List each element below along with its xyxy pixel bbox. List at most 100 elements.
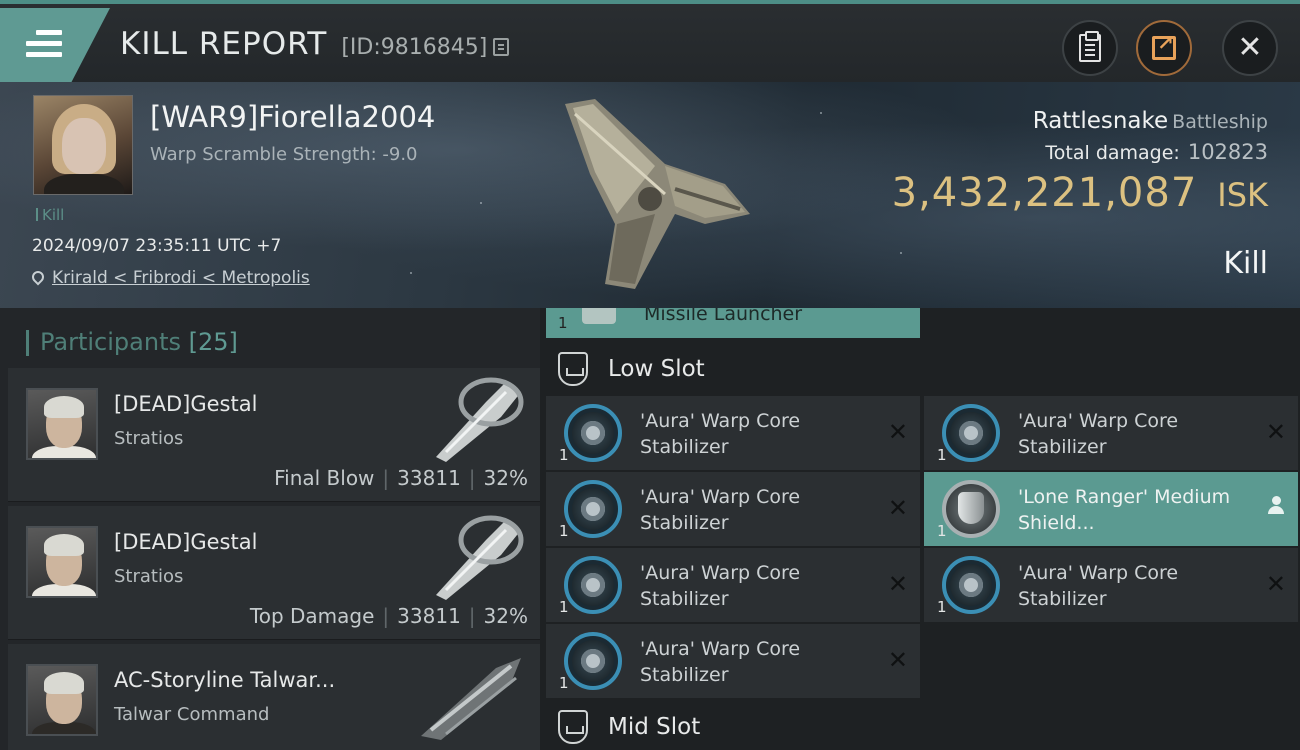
fitting-panel: 1 Missile Launcher Low Slot 1 'Aura' War… <box>540 308 1300 750</box>
total-damage-label: Total damage: <box>1045 142 1180 164</box>
module-quantity: 1 <box>937 522 947 540</box>
participant-ship-image <box>421 658 521 740</box>
star <box>900 252 902 254</box>
module-name: 'Aura' Warp Core Stabilizer <box>640 638 801 686</box>
location-text: Krirald < Fribrodi < Metropolis <box>52 268 310 288</box>
ship-name-text: Rattlesnake <box>1032 108 1169 134</box>
victim-avatar[interactable] <box>33 95 133 195</box>
isk-unit: ISK <box>1217 176 1268 214</box>
x-icon: ✕ <box>887 646 908 674</box>
x-icon: ✕ <box>1265 418 1286 446</box>
mid-slot-icon <box>558 710 588 744</box>
module-item-highlighted[interactable]: 1 'Lone Ranger' Medium Shield... <box>924 472 1298 546</box>
top-bar: KILL REPORT [ID:9816845] ✕ <box>0 0 1300 82</box>
module-quantity: 1 <box>937 598 947 616</box>
title-group: KILL REPORT [ID:9816845] <box>120 26 510 62</box>
participant-role: Final Blow <box>274 466 375 490</box>
participant-stats: Final Blow | 33811 | 32% <box>274 466 528 490</box>
module-name: 'Aura' Warp Core Stabilizer <box>1018 410 1179 458</box>
participants-panel: Participants [25] [DEAD]Gestal Stratios … <box>0 308 540 750</box>
module-item[interactable]: 1 'Aura' Warp Core Stabilizer ✕ <box>546 472 920 546</box>
close-icon: ✕ <box>1237 30 1263 65</box>
x-icon: ✕ <box>887 418 908 446</box>
module-quantity: 1 <box>558 314 568 332</box>
participant-damage: 33811 <box>397 466 461 490</box>
module-name: 'Aura' Warp Core Stabilizer <box>640 410 801 458</box>
victim-stat: Warp Scramble Strength: -9.0 <box>150 144 418 165</box>
warp-core-stabilizer-icon <box>942 556 1000 614</box>
person-icon <box>1266 496 1286 518</box>
module-name: 'Aura' Warp Core Stabilizer <box>640 486 801 534</box>
participant-ship: Stratios <box>114 566 184 587</box>
share-button[interactable] <box>1136 20 1192 76</box>
star <box>820 112 822 114</box>
total-damage-value: 102823 <box>1187 140 1268 164</box>
ship-class: Battleship <box>1172 111 1268 133</box>
warp-core-stabilizer-icon <box>564 480 622 538</box>
participant-card[interactable]: AC-Storyline Talwar... Talwar Command <box>8 644 540 750</box>
x-icon: ✕ <box>1265 570 1286 598</box>
result-label: Kill <box>1223 246 1268 281</box>
total-damage: Total damage: 102823 <box>1045 140 1268 164</box>
mid-slot-header: Mid Slot <box>558 710 700 744</box>
participant-avatar <box>26 388 98 460</box>
participant-ship-image <box>436 377 524 462</box>
location-link[interactable]: Krirald < Fribrodi < Metropolis <box>29 268 310 288</box>
participant-ship: Stratios <box>114 428 184 449</box>
participants-count: [25] <box>188 328 238 356</box>
victim-name[interactable]: [WAR9]Fiorella2004 <box>150 100 435 134</box>
module-item[interactable]: 1 'Aura' Warp Core Stabilizer ✕ <box>924 548 1298 622</box>
share-icon <box>1152 31 1176 60</box>
warp-core-stabilizer-icon <box>564 404 622 462</box>
clipboard-icon <box>1079 31 1101 62</box>
participant-ship-image <box>436 515 524 600</box>
copy-icon[interactable] <box>493 38 510 56</box>
module-name: Missile Launcher <box>644 308 803 325</box>
participants-label: Participants <box>40 328 181 356</box>
x-icon: ✕ <box>887 494 908 522</box>
mid-slot-label: Mid Slot <box>608 714 701 740</box>
participant-role: Top Damage <box>249 604 375 628</box>
report-id: [ID:9816845] <box>341 35 488 60</box>
isk-value: 3,432,221,087 <box>891 170 1198 216</box>
close-button[interactable]: ✕ <box>1222 20 1278 76</box>
module-quantity: 1 <box>937 446 947 464</box>
isk-value-line: 3,432,221,087 ISK <box>892 170 1268 216</box>
participant-avatar <box>26 664 98 736</box>
participant-avatar <box>26 526 98 598</box>
participant-percent: 32% <box>483 604 528 628</box>
module-quantity: 1 <box>559 598 569 616</box>
module-item[interactable]: 1 'Aura' Warp Core Stabilizer ✕ <box>546 396 920 470</box>
module-quantity: 1 <box>559 522 569 540</box>
victim-ship-image <box>565 99 750 289</box>
menu-button[interactable] <box>0 8 110 82</box>
module-item[interactable]: 1 'Aura' Warp Core Stabilizer ✕ <box>546 548 920 622</box>
participant-stats: Top Damage | 33811 | 32% <box>249 604 528 628</box>
participant-damage: 33811 <box>397 604 461 628</box>
victim-banner: [WAR9]Fiorella2004 Warp Scramble Strengt… <box>0 82 1300 308</box>
x-icon: ✕ <box>887 570 908 598</box>
page-title: KILL REPORT <box>120 26 328 62</box>
ship-name: Rattlesnake Battleship <box>1033 108 1268 134</box>
star <box>410 272 412 274</box>
participant-ship: Talwar Command <box>114 704 270 725</box>
module-name: 'Aura' Warp Core Stabilizer <box>640 562 801 610</box>
participant-name: [DEAD]Gestal <box>114 530 258 554</box>
clipboard-button[interactable] <box>1062 20 1118 76</box>
participant-card[interactable]: [DEAD]Gestal Stratios Final Blow | 33811 | 3… <box>8 368 540 502</box>
module-item[interactable]: 1 'Aura' Warp Core Stabilizer ✕ <box>546 624 920 698</box>
star <box>480 202 482 204</box>
participant-card[interactable]: [DEAD]Gestal Stratios Top Damage | 33811 | 3… <box>8 506 540 640</box>
module-name: 'Lone Ranger' Medium Shield... <box>1018 486 1231 534</box>
participant-percent: 32% <box>483 466 528 490</box>
participant-name: AC-Storyline Talwar... <box>114 668 336 692</box>
warp-core-stabilizer-icon <box>942 404 1000 462</box>
module-item[interactable]: 1 'Aura' Warp Core Stabilizer ✕ <box>924 396 1298 470</box>
warp-core-stabilizer-icon <box>564 556 622 614</box>
kill-tag: Kill <box>36 206 64 224</box>
module-item[interactable]: 1 Missile Launcher <box>546 308 920 338</box>
low-slot-icon <box>558 352 588 386</box>
kill-datetime: 2024/09/07 23:35:11 UTC +7 <box>32 236 282 256</box>
launcher-icon <box>582 308 616 324</box>
low-slot-label: Low Slot <box>608 356 705 382</box>
